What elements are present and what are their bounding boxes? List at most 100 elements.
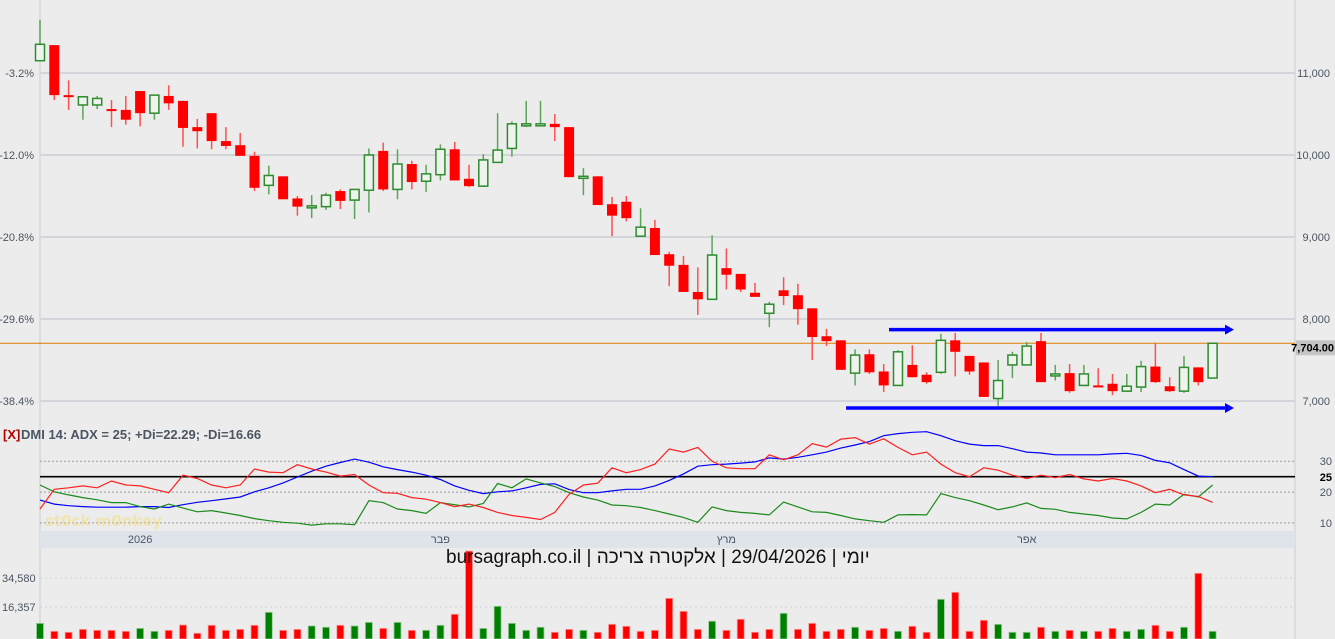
- candle-body: [892, 351, 904, 387]
- volume-bar: [937, 598, 945, 639]
- volume-bar: [1022, 631, 1031, 639]
- price-tick: 10,000: [1296, 150, 1330, 162]
- candle: [320, 192, 332, 210]
- candle-body: [935, 339, 947, 374]
- volume-bar: [994, 623, 1002, 639]
- candle-body: [178, 100, 188, 128]
- volume-bar: [221, 629, 230, 639]
- volume-bar: [336, 624, 345, 639]
- volume-bar: [736, 618, 745, 639]
- stock-chart[interactable]: 11,000 10,000 9,000 8,000 7,000 -3.2% -1…: [0, 0, 1335, 639]
- candle-body: [49, 45, 60, 96]
- candle-body: [564, 127, 575, 178]
- candle-body: [378, 150, 389, 190]
- percent-tick: -3.2%: [5, 68, 34, 80]
- candle-body: [1193, 367, 1204, 383]
- volume-bar: [50, 630, 59, 639]
- candle: [278, 176, 289, 200]
- candle-body: [1135, 365, 1147, 388]
- candle-body: [549, 123, 560, 128]
- candle-body: [435, 148, 446, 176]
- volume-bar: [822, 630, 831, 639]
- candle-body: [1178, 366, 1190, 392]
- volume-bar: [851, 626, 859, 639]
- volume-bar: [479, 627, 488, 639]
- candle: [892, 350, 904, 387]
- volume-bar: [679, 610, 688, 639]
- volume-bar: [79, 628, 87, 639]
- candle-body: [192, 127, 203, 132]
- candle: [978, 362, 989, 397]
- candle-body: [420, 173, 432, 182]
- price-tick: 9,000: [1302, 232, 1330, 244]
- volume-bar: [894, 630, 902, 639]
- volume-bar: [794, 628, 802, 639]
- candle-body: [750, 292, 760, 297]
- candle-body: [835, 340, 846, 370]
- volume-bar: [1094, 630, 1103, 639]
- dmi-indicator-title: DMI 14: ADX = 25; +Di=22.29; -Di=16.66: [21, 427, 261, 442]
- volume-bar: [36, 622, 44, 639]
- candle-body: [406, 164, 417, 183]
- volume-bar: [379, 627, 388, 639]
- volume-bar: [236, 628, 245, 639]
- volume-bar: [1051, 630, 1060, 639]
- candle-body: [492, 149, 503, 164]
- volume-bar: [450, 613, 459, 639]
- candle: [1021, 341, 1032, 366]
- price-tick: 7,000: [1302, 396, 1330, 408]
- candle: [49, 45, 60, 101]
- candle-body: [849, 354, 861, 374]
- candle-body: [278, 176, 289, 200]
- volume-bar: [93, 629, 102, 639]
- volume-bar: [593, 631, 602, 639]
- candle-body: [821, 336, 832, 342]
- candle-body: [349, 188, 360, 201]
- volume-bar: [693, 628, 702, 639]
- candle-body: [807, 308, 818, 338]
- volume-bar: [307, 625, 316, 639]
- volume-bar: [1108, 627, 1117, 639]
- volume-bar: [1208, 630, 1217, 639]
- candle-body: [464, 178, 474, 187]
- candle-body: [1064, 373, 1075, 392]
- volume-bar: [722, 629, 731, 639]
- volume-bar: [1151, 624, 1160, 639]
- candle-body: [449, 149, 460, 181]
- close-indicator-button[interactable]: [X]: [3, 427, 20, 442]
- volume-bar: [407, 629, 416, 639]
- volume-bar: [250, 624, 259, 639]
- time-label: אפר: [1017, 534, 1037, 546]
- volume-bar: [121, 630, 130, 639]
- time-label: פבר: [431, 534, 450, 546]
- time-label: 2026: [128, 534, 152, 546]
- volume-bar: [193, 632, 202, 639]
- volume-bar: [507, 622, 516, 639]
- candle-body: [149, 94, 160, 114]
- volume-tick: 34,580: [2, 573, 36, 585]
- volume-bar: [665, 597, 674, 639]
- candle-body: [792, 295, 803, 310]
- candle-body: [1021, 345, 1032, 366]
- volume-bar: [322, 626, 330, 639]
- volume-bar: [1037, 626, 1045, 639]
- volume-bar: [1080, 630, 1088, 639]
- volume-bar: [350, 625, 359, 639]
- candle-body: [778, 290, 789, 297]
- candle-body: [292, 198, 303, 207]
- candle-body: [206, 113, 217, 142]
- candle-body: [220, 141, 231, 146]
- candle-body: [621, 201, 632, 219]
- candle-body: [1107, 383, 1118, 392]
- candle-body: [978, 362, 989, 397]
- candle-body: [335, 191, 346, 201]
- volume-bar: [393, 621, 402, 639]
- price-tick: 8,000: [1302, 314, 1330, 326]
- candle-body: [363, 154, 375, 192]
- dmi-tick: 20: [1320, 487, 1332, 499]
- watermark-logo: st0ck m0nkey: [45, 512, 162, 530]
- candle: [835, 340, 846, 370]
- volume-bar: [422, 629, 431, 639]
- candle-body: [635, 226, 646, 237]
- percent-tick: -20.8%: [0, 232, 34, 244]
